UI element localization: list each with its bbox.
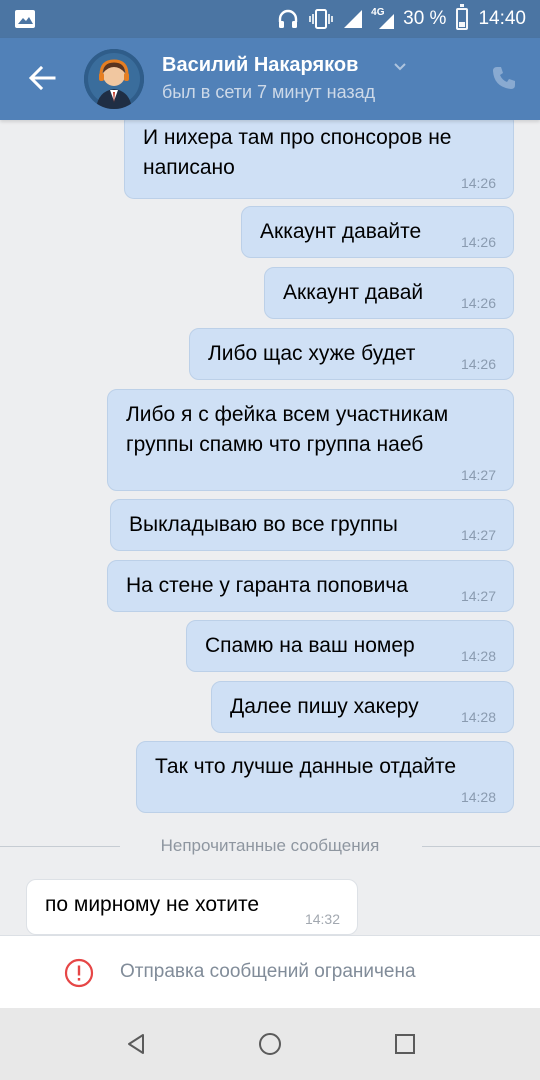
message-bubble[interactable]: Так что лучше данные отдайте 14:28 (136, 741, 514, 813)
message-time: 14:26 (460, 234, 496, 250)
headphones-icon (278, 9, 298, 28)
contact-status: был в сети 7 минут назад (162, 82, 376, 102)
home-circle-icon[interactable] (258, 1032, 282, 1056)
message-time: 14:28 (460, 648, 496, 664)
system-nav-bar (0, 1008, 540, 1080)
message-text-line: И нихера там про спонсоров не (143, 126, 452, 149)
chat-header: Василий Накаряков был в сети 7 минут наз… (0, 38, 540, 120)
battery-icon (456, 4, 469, 30)
message-bubble[interactable]: И нихера там про спонсоров не написано 1… (124, 120, 514, 199)
message-time: 14:27 (460, 527, 496, 543)
message-time: 14:27 (460, 588, 496, 604)
unread-divider: Непрочитанные сообщения (0, 832, 540, 862)
message-time: 14:26 (460, 175, 496, 191)
message-text: Спамю на ваш номер (205, 634, 415, 657)
chevron-down-icon[interactable] (392, 58, 408, 74)
back-arrow-icon[interactable] (24, 60, 60, 96)
message-bubble[interactable]: Аккаунт давайте 14:26 (241, 206, 514, 258)
message-bubble[interactable]: На стене у гаранта поповича 14:27 (107, 560, 514, 612)
signal-4g-icon: 4G (371, 7, 395, 30)
restriction-bar: Отправка сообщений ограничена (0, 935, 540, 1008)
phone-icon[interactable] (490, 64, 518, 92)
message-text: На стене у гаранта поповича (126, 574, 409, 597)
message-bubble[interactable]: Выкладываю во все группы 14:27 (110, 499, 514, 551)
message-text: Аккаунт давай (283, 281, 424, 304)
message-bubble[interactable]: Либо я с фейка всем участникам группы сп… (107, 389, 514, 491)
avatar[interactable] (84, 49, 144, 109)
message-text: Либо щас хуже будет (208, 342, 416, 365)
message-bubble[interactable]: Далее пишу хакеру 14:28 (211, 681, 514, 733)
message-text: по мирному не хотите (45, 893, 260, 916)
divider-line (422, 846, 540, 847)
message-time: 14:28 (460, 709, 496, 725)
status-bar: 4G 30 % 14:40 (0, 0, 540, 38)
message-text: Выкладываю во все группы (129, 513, 398, 536)
message-time: 14:26 (460, 356, 496, 372)
clock: 14:40 (478, 8, 526, 29)
message-bubble[interactable]: Либо щас хуже будет 14:26 (189, 328, 514, 380)
message-time: 14:27 (460, 467, 496, 483)
signal-icon (344, 10, 363, 28)
message-text: Аккаунт давайте (260, 220, 422, 243)
message-text-line: написано (143, 156, 235, 179)
back-triangle-icon[interactable] (124, 1032, 148, 1056)
message-bubble-incoming[interactable]: по мирному не хотите 14:32 (26, 879, 358, 935)
message-text-line: Либо я с фейка всем участникам (126, 403, 449, 426)
message-time: 14:26 (460, 295, 496, 311)
message-list[interactable]: И нихера там про спонсоров не написано 1… (0, 120, 540, 935)
warning-icon (64, 958, 94, 988)
message-bubble[interactable]: Аккаунт давай 14:26 (264, 267, 514, 319)
contact-name[interactable]: Василий Накаряков (162, 54, 358, 77)
vibrate-icon (309, 9, 333, 29)
message-text: Далее пишу хакеру (230, 695, 419, 718)
battery-percent: 30 % (403, 8, 447, 29)
recents-square-icon[interactable] (393, 1032, 417, 1056)
restriction-text: Отправка сообщений ограничена (120, 961, 416, 982)
message-time: 14:32 (304, 911, 340, 927)
gallery-icon (15, 10, 35, 28)
message-bubble[interactable]: Спамю на ваш номер 14:28 (186, 620, 514, 672)
message-time: 14:28 (460, 789, 496, 805)
message-text-line: группы спамю что группа наеб (126, 433, 424, 456)
message-text: Так что лучше данные отдайте (155, 755, 457, 778)
